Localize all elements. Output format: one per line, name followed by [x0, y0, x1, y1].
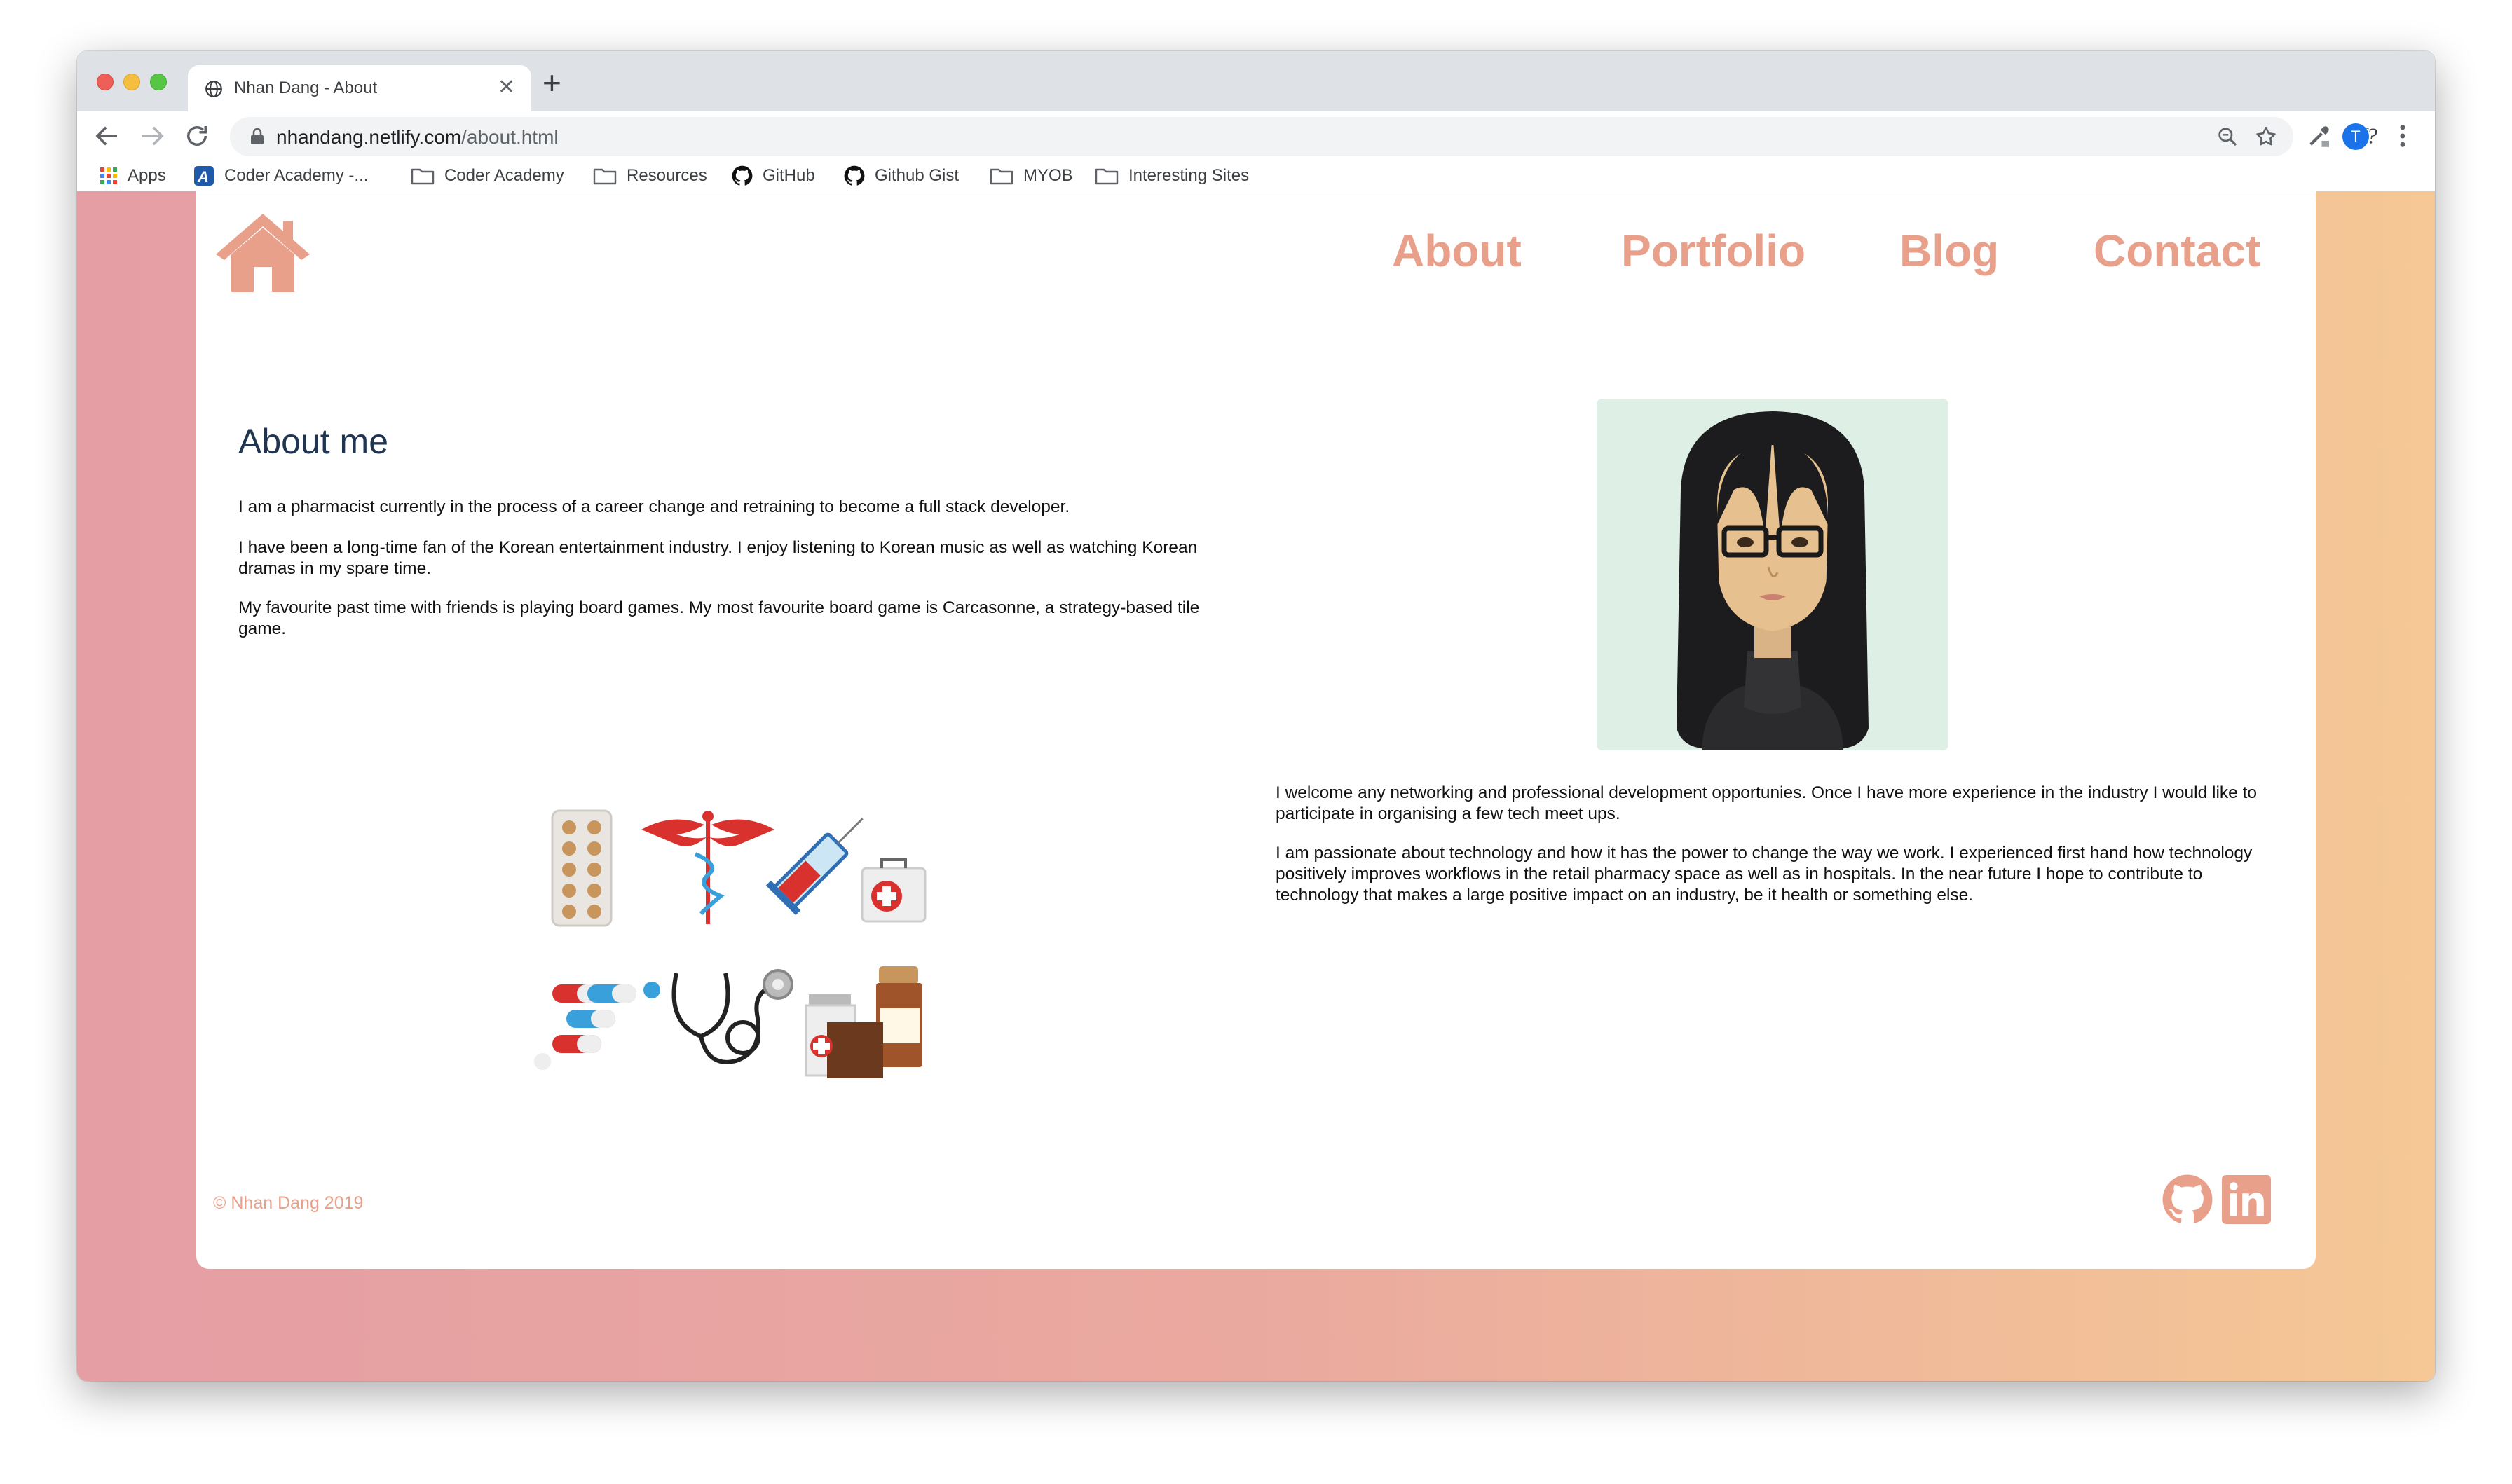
first-aid-kit-icon	[861, 858, 927, 923]
window-close-button[interactable]	[97, 74, 114, 90]
capsules-icon	[534, 982, 660, 1070]
bookmark-label: Interesting Sites	[1128, 166, 1250, 185]
bookmark-folder-myob[interactable]: MYOB	[990, 165, 1073, 187]
url-text[interactable]: nhandang.netlify.com/about.html	[276, 126, 559, 149]
globe-icon	[205, 81, 222, 97]
zoom-icon[interactable]	[2216, 125, 2239, 148]
content-card: About Portfolio Blog Contact About me I …	[196, 191, 2316, 1269]
page-viewport: About Portfolio Blog Contact About me I …	[77, 191, 2435, 1381]
about-paragraph-korean: I have been a long-time fan of the Korea…	[238, 538, 1198, 578]
browser-tab[interactable]: Nhan Dang - About ✕	[188, 65, 531, 111]
tab-title: Nhan Dang - About	[234, 78, 378, 97]
eyedropper-icon[interactable]	[2305, 121, 2334, 151]
tab-strip: Nhan Dang - About ✕ +	[77, 51, 2435, 111]
nav-link-blog[interactable]: Blog	[1899, 225, 1999, 277]
browser-window: Nhan Dang - About ✕ + nhandang.netlify.c…	[77, 51, 2435, 1381]
bookmark-apps[interactable]: Apps	[100, 165, 166, 187]
address-bar[interactable]: nhandang.netlify.com/about.html	[230, 117, 2293, 156]
linkedin-icon[interactable]	[2222, 1175, 2271, 1224]
coder-academy-icon: A	[194, 166, 214, 186]
bookmark-folder-resources[interactable]: Resources	[593, 165, 707, 187]
bookmark-folder-interesting-sites[interactable]: Interesting Sites	[1095, 165, 1249, 187]
apps-grid-icon	[100, 167, 117, 184]
profile-portrait-image	[1597, 399, 1948, 750]
bookmark-label: Github Gist	[875, 166, 960, 185]
github-icon	[844, 165, 865, 186]
stethoscope-icon	[671, 969, 793, 1064]
footer-copyright: © Nhan Dang 2019	[213, 1193, 364, 1213]
lock-icon[interactable]	[250, 128, 265, 146]
folder-icon	[1095, 168, 1119, 185]
about-heading: About me	[238, 422, 389, 461]
medicine-bottles-icon	[805, 966, 922, 1078]
bookmark-folder-coder-academy[interactable]: Coder Academy	[411, 165, 564, 187]
profile-avatar[interactable]: T	[2342, 123, 2369, 150]
cartoon-avatar-illustration	[1677, 411, 1869, 750]
medical-icons-illustration	[534, 809, 927, 1078]
window-maximize-button[interactable]	[150, 74, 167, 90]
bookmark-label: GitHub	[763, 166, 815, 185]
new-tab-button[interactable]: +	[542, 67, 561, 99]
github-icon	[732, 165, 753, 186]
about-paragraph-career: I am a pharmacist currently in the proce…	[238, 497, 1070, 516]
syringe-icon	[765, 818, 863, 916]
url-path: /about.html	[461, 126, 559, 148]
bookmarks-bar: Apps A Coder Academy -... Coder Academy …	[77, 160, 2435, 191]
bookmark-label: Coder Academy -...	[224, 166, 369, 185]
folder-icon	[990, 168, 1013, 185]
kebab-menu-icon[interactable]	[2396, 121, 2410, 151]
bookmark-label: Resources	[627, 166, 707, 185]
bookmark-label: MYOB	[1023, 166, 1073, 185]
caduceus-icon	[641, 811, 774, 924]
about-paragraph-technology: I am passionate about technology and how…	[1276, 844, 2253, 905]
bookmark-label: Apps	[128, 166, 166, 185]
reload-icon[interactable]	[182, 121, 212, 151]
folder-icon	[593, 168, 617, 185]
browser-toolbar: nhandang.netlify.com/about.html f? T	[77, 111, 2435, 160]
about-paragraph-networking: I welcome any networking and professiona…	[1276, 783, 2258, 823]
svg-text:A: A	[197, 168, 209, 186]
nav-link-about[interactable]: About	[1392, 225, 1522, 277]
github-icon[interactable]	[2162, 1174, 2213, 1225]
tab-close-icon[interactable]: ✕	[498, 76, 515, 99]
window-minimize-button[interactable]	[123, 74, 140, 90]
bookmark-coder-academy-link[interactable]: A Coder Academy -...	[193, 165, 368, 187]
nav-link-portfolio[interactable]: Portfolio	[1621, 225, 1805, 277]
bookmark-github-gist[interactable]: Github Gist	[844, 165, 959, 187]
forward-arrow-icon[interactable]	[137, 121, 167, 151]
url-domain: nhandang.netlify.com	[276, 126, 462, 148]
bookmark-label: Coder Academy	[444, 166, 564, 185]
home-icon[interactable]	[212, 211, 314, 294]
bookmark-github[interactable]: GitHub	[732, 165, 815, 187]
back-arrow-icon[interactable]	[93, 121, 122, 151]
bookmark-star-icon[interactable]	[2254, 125, 2278, 149]
nav-link-contact[interactable]: Contact	[2094, 225, 2260, 277]
pill-blister-icon	[551, 809, 613, 927]
folder-icon	[411, 168, 435, 185]
about-paragraph-board-games: My favourite past time with friends is p…	[238, 598, 1200, 638]
